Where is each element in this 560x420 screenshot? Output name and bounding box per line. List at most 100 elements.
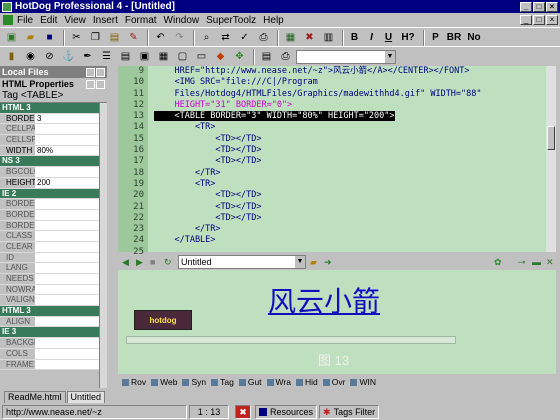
undo-icon[interactable]: ↶	[152, 30, 169, 46]
window-icon[interactable]: ▭	[193, 49, 210, 65]
property-value[interactable]	[35, 338, 99, 348]
code-line[interactable]: <TD></TD>	[154, 190, 546, 201]
grid-icon[interactable]: ▦	[155, 49, 172, 65]
html-properties-header[interactable]: HTML Properties	[0, 78, 107, 90]
property-row[interactable]: WIDTH 80%	[0, 145, 99, 157]
spellcheck-icon[interactable]: ✓	[236, 30, 253, 46]
property-value[interactable]: 3	[35, 113, 99, 124]
property-value[interactable]	[35, 135, 99, 145]
property-row[interactable]: HEIGHT 200	[0, 177, 99, 189]
menu-help[interactable]: Help	[263, 15, 284, 26]
code-line[interactable]: <TABLE BORDER="3" WIDTH="80%" HEIGHT="20…	[154, 111, 546, 122]
property-value[interactable]	[35, 359, 99, 370]
chevron-down-icon[interactable]: ▼	[295, 256, 305, 268]
redo-icon[interactable]: ↷	[171, 30, 188, 46]
property-value[interactable]	[35, 241, 99, 252]
panel-minimize-icon[interactable]	[86, 67, 95, 77]
panel-close-icon[interactable]	[96, 79, 105, 89]
resources-button[interactable]: Resources	[255, 405, 318, 419]
chevron-down-icon[interactable]: ▼	[385, 50, 395, 63]
property-row[interactable]: CLASS	[0, 231, 99, 242]
mode-toggle-tag[interactable]: Tag	[211, 377, 234, 387]
replace-icon[interactable]: ⇄	[217, 30, 234, 46]
bold-button[interactable]: B	[347, 30, 362, 46]
property-row[interactable]: ID	[0, 252, 99, 264]
no-icon[interactable]: ⊘	[41, 49, 58, 65]
open-folder-icon[interactable]: ▰	[22, 30, 39, 46]
table-icon[interactable]: ▥	[320, 30, 337, 46]
doc-restore-button[interactable]: □	[533, 15, 545, 25]
mode-toggle-wra[interactable]: Wra	[266, 377, 291, 387]
menu-view[interactable]: View	[64, 15, 86, 26]
property-row[interactable]: CELLPA	[0, 124, 99, 136]
mode-toggle-win[interactable]: WIN	[350, 377, 376, 387]
tools-icon[interactable]: ✖	[301, 30, 318, 46]
property-value[interactable]	[35, 348, 99, 359]
code-line[interactable]: HEIGHT="31" BORDER="0">	[154, 100, 546, 111]
property-row[interactable]: BGCOLO	[0, 167, 99, 178]
code-line[interactable]: </TR>	[154, 168, 546, 179]
code-line[interactable]: <TD></TD>	[154, 156, 546, 167]
mode-toggle-rov[interactable]: Rov	[122, 377, 146, 387]
property-value[interactable]	[35, 295, 99, 306]
code-line[interactable]: <TR>	[154, 122, 546, 133]
menu-window[interactable]: Window	[164, 15, 200, 26]
property-value[interactable]	[35, 252, 99, 263]
code-line[interactable]: <TD></TD>	[154, 213, 546, 224]
new-file-icon[interactable]: ▣	[3, 30, 20, 46]
property-value[interactable]: 200	[35, 177, 99, 188]
tab-readme[interactable]: ReadMe.html	[4, 391, 66, 403]
mode-toggle-gut[interactable]: Gut	[238, 377, 262, 387]
italic-button[interactable]: I	[364, 30, 379, 46]
property-row[interactable]: BORDER	[0, 220, 99, 232]
mode-toggle-ovr[interactable]: Ovr	[322, 377, 345, 387]
image-icon[interactable]: ◉	[22, 49, 39, 65]
property-row[interactable]: VALIGN	[0, 295, 99, 307]
code-line[interactable]: </TR>	[154, 224, 546, 235]
menu-format[interactable]: Format	[125, 15, 157, 26]
property-value[interactable]	[35, 284, 99, 295]
code-line[interactable]: <TR>	[154, 179, 546, 190]
property-value[interactable]	[35, 209, 99, 220]
property-row[interactable]: BORDER	[0, 209, 99, 221]
code-line[interactable]: <TD></TD>	[154, 134, 546, 145]
underline-button[interactable]: U	[381, 30, 396, 46]
property-value[interactable]	[35, 167, 99, 177]
code-line[interactable]: <TD></TD>	[154, 202, 546, 213]
property-row[interactable]: FRAME	[0, 359, 99, 371]
doc-close-button[interactable]: ×	[546, 15, 558, 25]
property-value[interactable]	[35, 124, 99, 135]
tab-untitled[interactable]: Untitled	[66, 391, 106, 403]
property-row[interactable]: BACKGR	[0, 338, 99, 349]
refresh-icon[interactable]: ↻	[164, 257, 174, 267]
tags-filter-button[interactable]: ✱ Tags Filter	[319, 405, 380, 419]
property-row[interactable]: CLEAR	[0, 241, 99, 253]
copy-icon[interactable]: ❐	[87, 30, 104, 46]
cursor-icon[interactable]: ▮	[3, 49, 20, 65]
code-editor[interactable]: 9 10 11 12 13 14 15 16 17 18 19 20 21 22 23 24 25 HREF="…	[118, 66, 556, 257]
open-folder-icon[interactable]: ▰	[310, 257, 320, 267]
go-icon[interactable]: ➜	[324, 257, 334, 267]
list-icon[interactable]: ☰	[98, 49, 115, 65]
preview-icon[interactable]: ▦	[282, 30, 299, 46]
code-line[interactable]: <IMG SRC="file:///C|/Program	[154, 77, 546, 88]
frame-icon[interactable]: ▣	[136, 49, 153, 65]
error-icon[interactable]: ✖	[235, 405, 251, 419]
menu-insert[interactable]: Insert	[93, 15, 118, 26]
menu-supertoolz[interactable]: SuperToolz	[206, 15, 256, 26]
linebreak-button[interactable]: BR	[445, 30, 463, 46]
save-icon[interactable]: ■	[41, 30, 58, 46]
back-icon[interactable]: ◀	[122, 257, 132, 267]
link-icon[interactable]: ⚓	[60, 49, 77, 65]
code-line[interactable]: </TABLE>	[154, 235, 546, 246]
property-row[interactable]: BORDER	[0, 199, 99, 210]
property-row[interactable]: COLS	[0, 348, 99, 360]
panel-close-icon[interactable]	[96, 67, 105, 77]
scrollbar-thumb[interactable]	[547, 126, 555, 150]
close-pane-icon[interactable]: ✕	[546, 257, 556, 267]
preview-url-dropdown[interactable]: Untitled ▼	[178, 255, 306, 269]
property-value[interactable]	[35, 220, 99, 231]
property-row[interactable]: LANG	[0, 263, 99, 274]
heading-button[interactable]: H?	[398, 30, 418, 46]
forward-icon[interactable]: ▶	[136, 257, 146, 267]
